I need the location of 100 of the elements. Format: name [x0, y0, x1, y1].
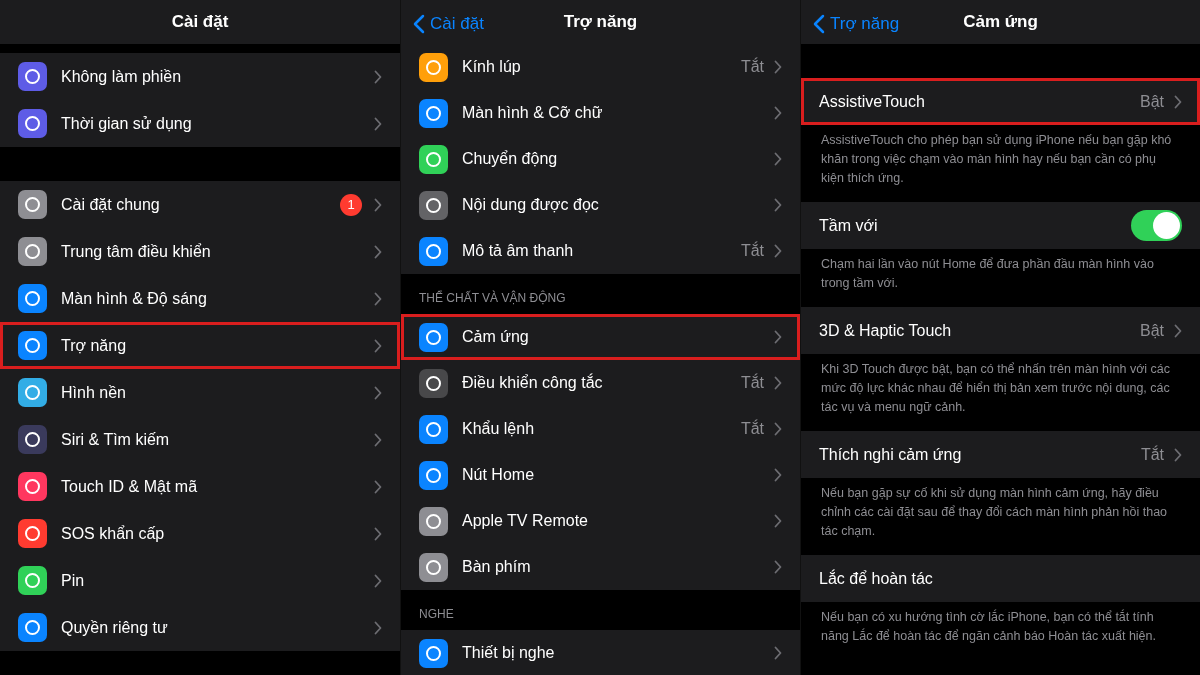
- nav-title: Cài đặt: [171, 11, 229, 34]
- settings-row[interactable]: Thích nghi cảm ứng Tắt: [801, 431, 1200, 478]
- row-value: Tắt: [740, 56, 764, 77]
- row-value: Tắt: [1140, 444, 1164, 465]
- chevron-icon: [374, 244, 382, 259]
- chevron-icon: [374, 526, 382, 541]
- footer-text: Nếu bạn gặp sự cố khi sử dụng màn hình cảm ứng, hãy điều chỉnh các cài đặt sau để thay đổi cách màn hình phản hồi thao tác chạm.: [820, 485, 1169, 540]
- settings-row[interactable]: Chuyển động: [401, 136, 800, 182]
- row-label: Hình nền: [61, 382, 126, 403]
- row-label: Màn hình & Cỡ chữ: [462, 103, 603, 123]
- back-button[interactable]: Trợ năng: [813, 11, 900, 37]
- row-label: Trung tâm điều khiển: [61, 241, 211, 262]
- row-label: Mô tả âm thanh: [462, 241, 574, 261]
- row-label: SOS khẩn cấp: [61, 523, 165, 544]
- row-label: Điều khiển công tắc: [462, 372, 603, 393]
- settings-row[interactable]: Thiết bị nghe: [401, 630, 800, 675]
- chevron-icon: [774, 330, 782, 344]
- chevron-icon: [774, 514, 782, 528]
- settings-row[interactable]: Tầm với: [801, 202, 1200, 249]
- nav-title: Trợ năng: [563, 11, 638, 34]
- settings-row[interactable]: Touch ID & Mật mã: [0, 463, 400, 510]
- settings-row[interactable]: SOS khẩn cấp: [0, 510, 400, 557]
- chevron-icon: [374, 479, 382, 494]
- settings-row[interactable]: Kính lúp Tắt: [401, 44, 800, 90]
- chevron-icon: [374, 385, 382, 400]
- chevron-icon: [774, 422, 782, 436]
- settings-row[interactable]: Màn hình & Độ sáng: [0, 275, 400, 322]
- row-label: Không làm phiền: [61, 66, 182, 87]
- section-header: NGHE: [419, 606, 454, 623]
- chevron-icon: [374, 573, 382, 588]
- chevron-icon: [774, 376, 782, 390]
- settings-row[interactable]: 3D & Haptic Touch Bật: [801, 307, 1200, 354]
- row-label: Thời gian sử dụng: [61, 113, 192, 134]
- row-label: Bàn phím: [462, 557, 531, 577]
- row-label: Apple TV Remote: [462, 511, 588, 531]
- row-label: Siri & Tìm kiếm: [61, 429, 170, 450]
- section-header: THỂ CHẤT VÀ VẬN ĐỘNG: [419, 289, 566, 307]
- row-label: Màn hình & Độ sáng: [61, 288, 207, 309]
- settings-row[interactable]: Nút Home: [401, 452, 800, 498]
- footer-text: Chạm hai lần vào nút Home để đưa phần đầu màn hình vào trong tầm với.: [820, 256, 1155, 292]
- chevron-icon: [374, 291, 382, 306]
- settings-row[interactable]: Bàn phím: [401, 544, 800, 590]
- row-value: Tắt: [740, 240, 764, 261]
- settings-row[interactable]: Nội dung được đọc: [401, 182, 800, 228]
- chevron-icon: [774, 560, 782, 574]
- settings-row[interactable]: Siri & Tìm kiếm: [0, 416, 400, 463]
- chevron-icon: [374, 69, 382, 84]
- row-label: Khẩu lệnh: [462, 419, 535, 439]
- chevron-icon: [774, 106, 782, 120]
- row-label: 3D & Haptic Touch: [819, 320, 952, 341]
- back-chevron-icon: [413, 13, 425, 34]
- row-value: Bật: [1140, 91, 1164, 112]
- back-chevron-icon: [813, 13, 825, 34]
- row-label: Quyền riêng tư: [61, 617, 168, 638]
- row-label: Pin: [61, 570, 85, 591]
- row-label: Nút Home: [462, 465, 535, 485]
- settings-row[interactable]: Màn hình & Cỡ chữ: [401, 90, 800, 136]
- chevron-icon: [774, 60, 782, 74]
- chevron-icon: [374, 197, 382, 212]
- row-label: Kính lúp: [462, 57, 521, 77]
- settings-row[interactable]: Khẩu lệnh Tắt: [401, 406, 800, 452]
- back-button[interactable]: Cài đặt: [413, 11, 484, 37]
- settings-row[interactable]: AssistiveTouch Bật: [801, 78, 1200, 125]
- toggle-switch[interactable]: [1131, 210, 1182, 241]
- settings-row[interactable]: Không làm phiền: [0, 53, 400, 100]
- row-value: Tắt: [740, 418, 764, 439]
- chevron-icon: [1174, 323, 1182, 338]
- row-label: Cài đặt chung: [61, 194, 160, 215]
- row-value: Bật: [1140, 320, 1164, 341]
- settings-row[interactable]: Cảm ứng: [401, 314, 800, 360]
- settings-row[interactable]: Quyền riêng tư: [0, 604, 400, 651]
- footer-text: Nếu bạn có xu hướng tình cờ lắc iPhone, bạn có thể tắt tính năng Lắc để hoàn tác để ngăn cảnh báo Hoàn tác xuất hiện.: [820, 608, 1157, 645]
- footer-text: AssistiveTouch cho phép bạn sử dụng iPhone nếu bạn gặp khó khăn trong việc chạm vào màn hình hay nếu bạn cần có phụ kiện thích ứng.: [820, 132, 1173, 187]
- footer-text: Khi 3D Touch được bật, bạn có thể nhấn trên màn hình với các mức độ lực khác nhau để hiển thị bản xem trước nội dung, các tác vụ và menu ngữ cảnh.: [820, 361, 1172, 416]
- chevron-icon: [374, 620, 382, 635]
- settings-row[interactable]: Trợ năng: [0, 322, 400, 369]
- row-label: Tầm với: [819, 215, 878, 236]
- settings-row[interactable]: Thời gian sử dụng: [0, 100, 400, 147]
- settings-row[interactable]: Điều khiển công tắc Tắt: [401, 360, 800, 406]
- chevron-icon: [374, 432, 382, 447]
- row-label: Chuyển động: [462, 149, 558, 169]
- row-label: Touch ID & Mật mã: [61, 476, 198, 497]
- chevron-icon: [774, 468, 782, 482]
- settings-row[interactable]: Mô tả âm thanh Tắt: [401, 228, 800, 274]
- settings-row[interactable]: Cài đặt chung 1: [0, 181, 400, 228]
- row-label: Nội dung được đọc: [462, 195, 599, 215]
- row-label: Thích nghi cảm ứng: [819, 444, 962, 465]
- row-value: Tắt: [740, 372, 764, 393]
- settings-row[interactable]: Lắc để hoàn tác: [801, 555, 1200, 602]
- settings-row[interactable]: Pin: [0, 557, 400, 604]
- chevron-icon: [374, 338, 382, 353]
- row-label: Thiết bị nghe: [462, 643, 555, 663]
- nav-title: Cảm ứng: [963, 11, 1038, 34]
- settings-row[interactable]: Hình nền: [0, 369, 400, 416]
- chevron-icon: [374, 116, 382, 131]
- chevron-icon: [774, 646, 782, 660]
- chevron-icon: [774, 152, 782, 166]
- settings-row[interactable]: Trung tâm điều khiển: [0, 228, 400, 275]
- row-label: Cảm ứng: [462, 327, 529, 347]
- settings-row[interactable]: Apple TV Remote: [401, 498, 800, 544]
